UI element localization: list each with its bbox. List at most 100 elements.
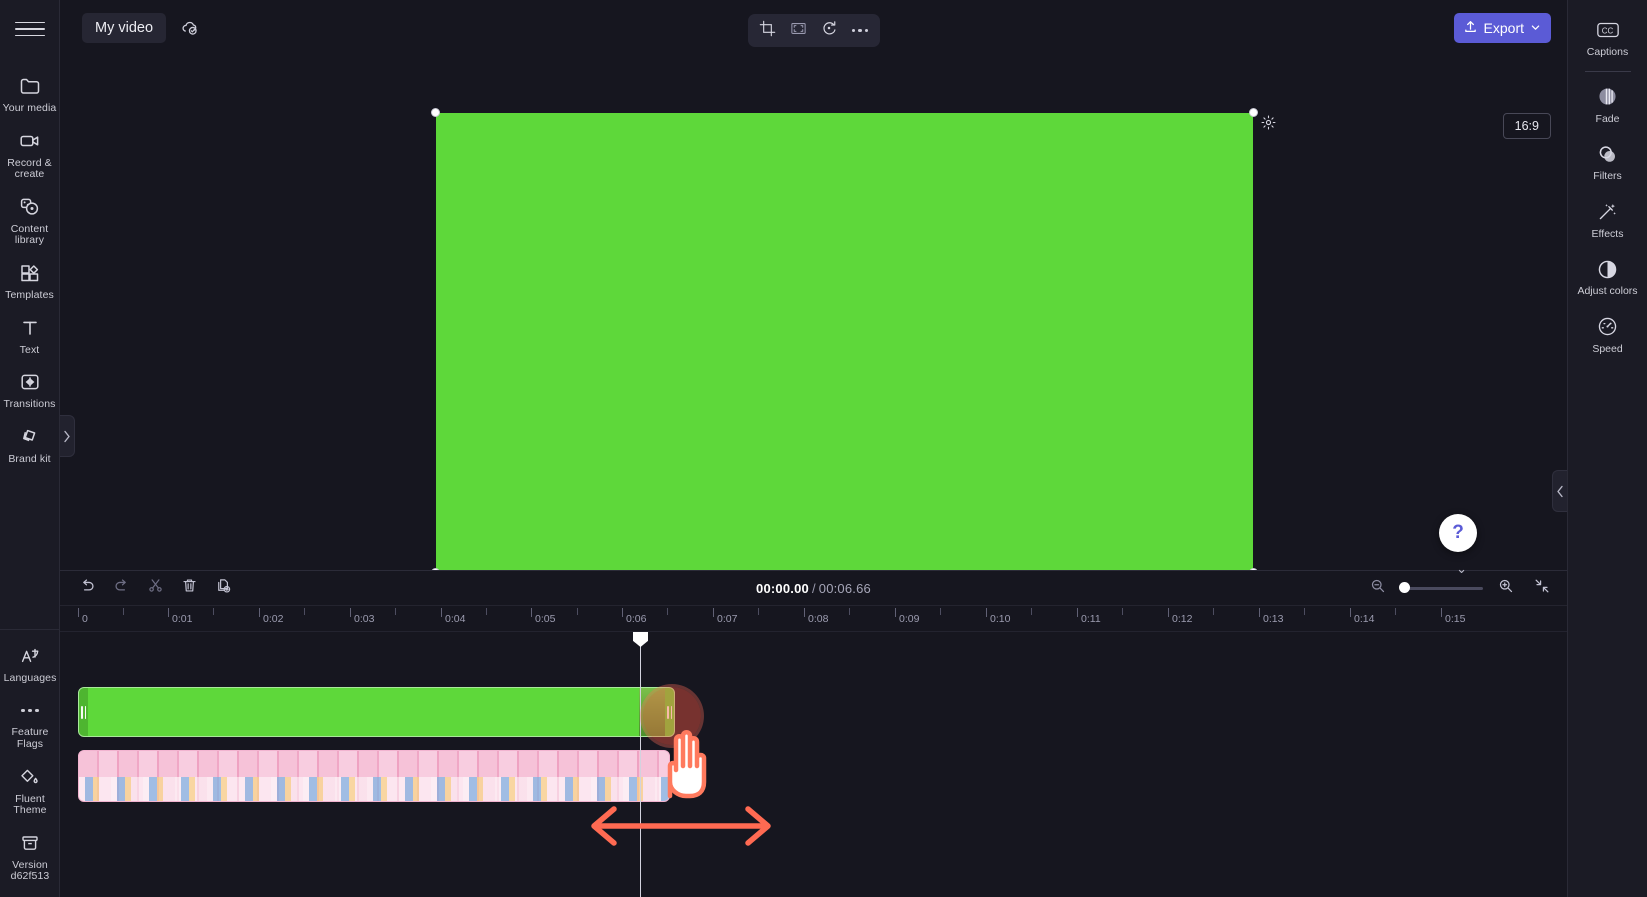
ruler-tick-minor [395,608,396,615]
sidebar-item-label: Your media [2,102,57,114]
sidebar-item-languages[interactable]: Languages [0,636,60,691]
languages-icon [17,643,43,669]
timeline-ruler[interactable]: 0 0:01 0:02 0:03 0:04 0:05 0:06 0:07 0:0… [60,606,1567,632]
aspect-ratio-button[interactable]: 16:9 [1502,113,1551,139]
timeline-zoom-controls [1365,575,1555,601]
sidebar-item-label: Brand kit [8,452,51,465]
sidebar-item-label: Effects [1591,227,1624,240]
clip-thumbnail [639,688,665,736]
fit-to-frame-button[interactable] [784,17,813,44]
upload-icon [1463,19,1478,37]
redo-arrow-icon [113,577,130,599]
zoom-in-button[interactable] [1493,575,1519,601]
sidebar-item-filters[interactable]: Filters [1568,132,1647,190]
sidebar-item-label: Record & create [7,156,52,181]
timeline-panel: 00:00.00/00:06.66 0 0:01 0:02 0:03 0:04 … [60,570,1567,897]
more-options-button[interactable] [846,17,875,44]
ruler-label: 0:06 [626,613,647,625]
collapse-right-panel-handle[interactable] [1552,470,1567,512]
sidebar-item-adjust-colors[interactable]: Adjust colors [1568,247,1647,305]
chevron-down-icon[interactable]: ⌄ [1456,561,1467,577]
help-button[interactable]: ? [1439,514,1477,552]
playhead-knob[interactable] [633,632,648,647]
sidebar-item-your-media[interactable]: Your media [0,66,60,121]
sidebar-item-brand-kit[interactable]: Brand kit [0,417,60,472]
clip-trim-handle-right[interactable] [665,688,674,736]
hamburger-menu-icon[interactable] [14,16,45,42]
ruler-tick: 0:01 [168,608,192,625]
ruler-tick-minor [667,608,668,615]
fade-icon [1595,84,1621,110]
sidebar-item-label: Fade [1595,112,1620,125]
sidebar-item-label: Text [19,343,40,356]
ruler-label: 0:04 [445,613,466,625]
sidebar-item-content-library[interactable]: Content library [0,187,60,253]
templates-grid-icon [17,260,43,286]
sidebar-item-record-create[interactable]: Record & create [0,121,60,187]
ruler-tick: 0:14 [1350,608,1374,625]
top-bar: My video [60,0,1567,55]
magnifier-minus-icon [1370,578,1386,599]
resize-handle-top-left[interactable] [431,108,440,117]
ruler-tick: 0:02 [259,608,283,625]
export-button[interactable]: Export [1453,13,1551,43]
zoom-slider-knob[interactable] [1399,582,1410,593]
sidebar-item-label: Content library [10,222,49,247]
timeline-playhead[interactable] [633,632,648,897]
sidebar-item-text[interactable]: Text [0,308,60,363]
fit-timeline-button[interactable] [1529,575,1555,601]
three-dots-icon [17,697,43,723]
sidebar-item-effects[interactable]: Effects [1568,190,1647,248]
preview-settings-button[interactable] [1257,114,1279,136]
dice-shapes-icon [17,194,43,220]
preview-video-surface[interactable] [436,113,1253,572]
text-t-icon [17,315,43,341]
redo-button[interactable] [108,575,134,601]
clip-trim-handle-left[interactable] [79,688,88,736]
gear-icon [1260,114,1277,136]
split-button[interactable] [142,575,168,601]
timeline-tracks[interactable] [60,632,1567,897]
folder-icon [17,73,43,99]
svg-text:CC: CC [1601,26,1613,35]
ruler-label: 0:02 [263,613,284,625]
left-sidebar: Your media Record & create Content libra… [0,0,75,897]
ruler-label: 0:11 [1081,613,1101,625]
sidebar-item-label: Templates [5,288,54,301]
ruler-tick: 0:15 [1441,608,1465,625]
rotate-icon [820,19,838,42]
sidebar-item-speed[interactable]: Speed [1568,305,1647,363]
delete-button[interactable] [176,575,202,601]
rotate-button[interactable] [815,17,844,44]
grip-lines-icon [80,705,87,719]
ruler-label: 0:13 [1263,613,1284,625]
brand-kit-icon [17,424,43,450]
ruler-tick: 0:12 [1168,608,1192,625]
sidebar-item-captions[interactable]: CC Captions [1568,8,1647,66]
ruler-tick-minor [123,608,124,615]
filters-icon [1595,141,1621,167]
preview-video-frame[interactable] [431,108,1276,577]
expand-panel-handle[interactable] [60,415,75,457]
zoom-out-button[interactable] [1365,575,1391,601]
crop-button[interactable] [753,17,782,44]
sidebar-item-templates[interactable]: Templates [0,253,60,308]
duplicate-button[interactable] [210,575,236,601]
undo-button[interactable] [74,575,100,601]
sidebar-item-label: Version d62f513 [10,858,50,883]
project-title[interactable]: My video [82,12,167,43]
ruler-label: 0 [82,613,88,625]
ruler-tick-minor [940,608,941,615]
sidebar-item-fade[interactable]: Fade [1568,75,1647,133]
paint-drop-icon [17,764,43,790]
zoom-slider[interactable] [1399,582,1483,593]
sidebar-item-transitions[interactable]: Transitions [0,362,60,417]
timeline-video-clip[interactable] [78,687,675,737]
sidebar-item-fluent-theme[interactable]: Fluent Theme [0,757,60,823]
timeline-image-strip-clip[interactable] [78,750,670,802]
sidebar-item-feature-flags[interactable]: Feature Flags [0,690,60,756]
ruler-tick-minor [758,608,759,615]
sidebar-item-label: Filters [1593,170,1622,183]
ruler-tick: 0:05 [531,608,555,625]
sidebar-item-version[interactable]: Version d62f513 [0,823,60,889]
